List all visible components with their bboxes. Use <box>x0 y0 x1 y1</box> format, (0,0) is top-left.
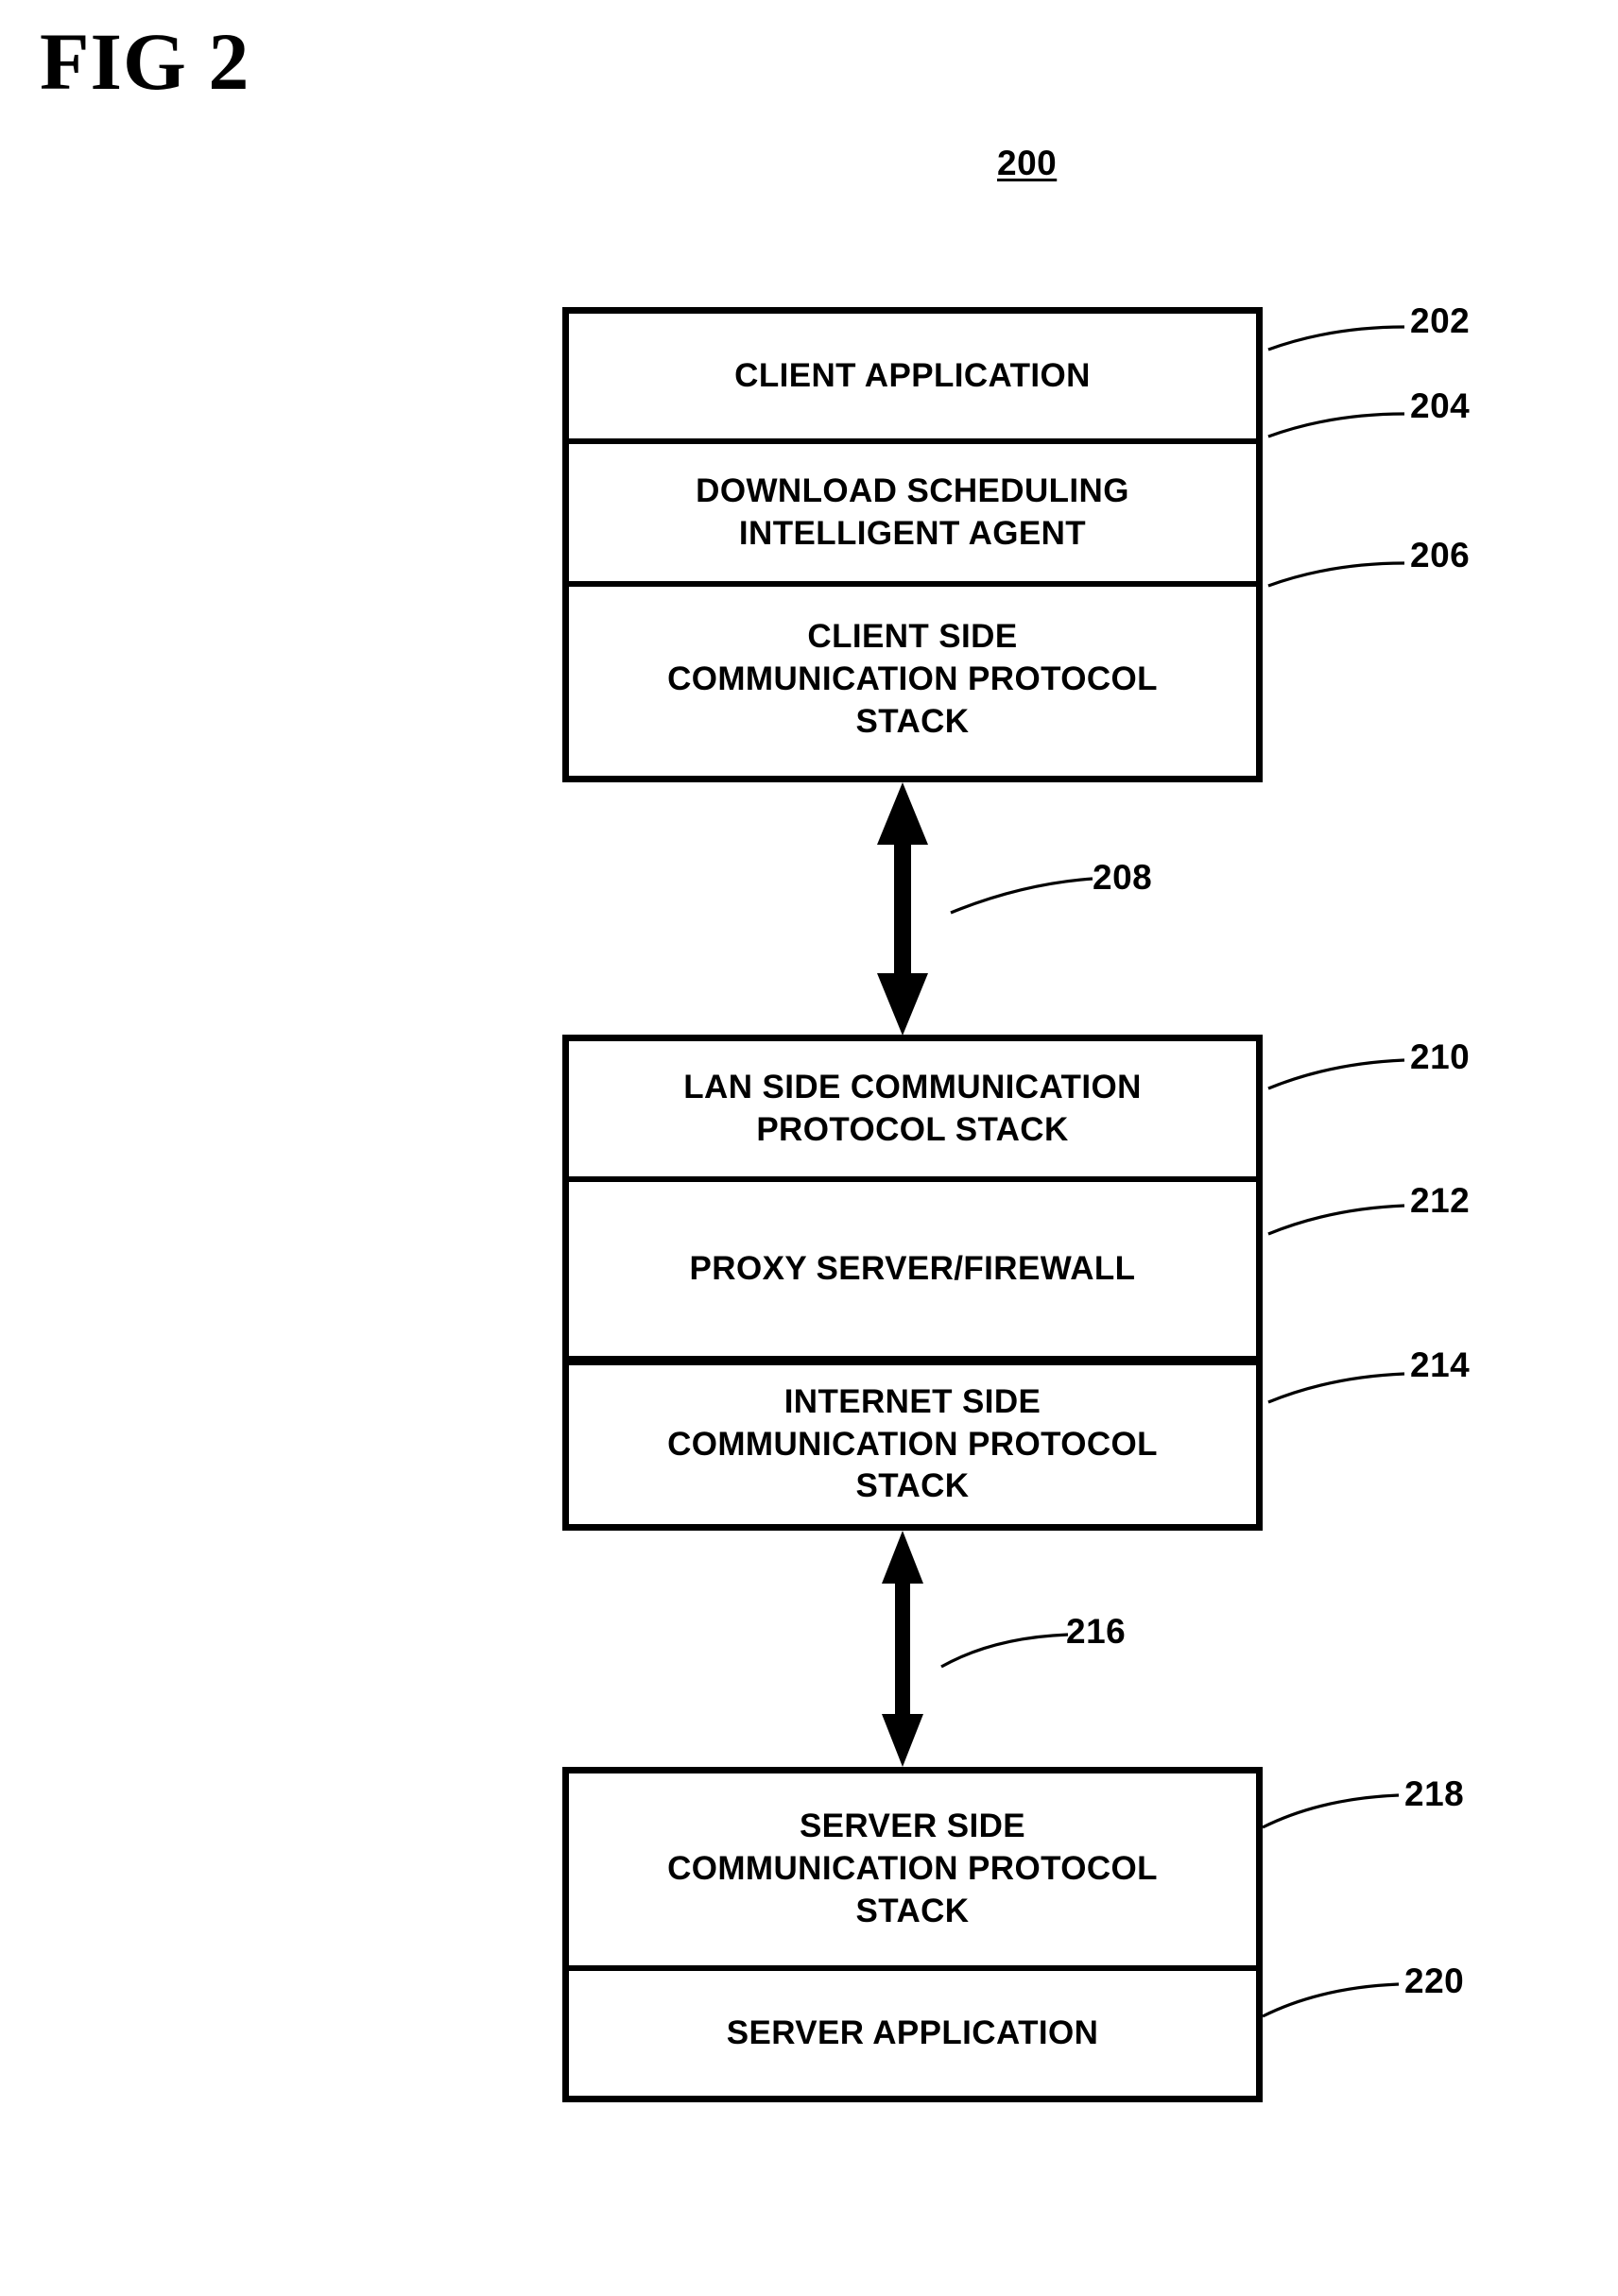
block-proxy-server-firewall: PROXY SERVER/FIREWALL <box>569 1176 1256 1356</box>
reference-number-220: 220 <box>1404 1962 1465 2000</box>
reference-number-218: 218 <box>1404 1774 1465 1813</box>
block-server-application: SERVER APPLICATION <box>569 1965 1256 2096</box>
reference-number-210: 210 <box>1410 1037 1471 1076</box>
reference-number-204: 204 <box>1410 386 1471 425</box>
reference-number-216: 216 <box>1066 1612 1127 1651</box>
block-label: SERVER SIDE COMMUNICATION PROTOCOL STACK <box>667 1808 1158 1929</box>
block-label: CLIENT APPLICATION <box>734 356 1091 394</box>
server-group: SERVER SIDE COMMUNICATION PROTOCOL STACK… <box>562 1767 1263 2102</box>
client-to-proxy-arrow <box>877 782 928 1036</box>
block-label: CLIENT SIDE COMMUNICATION PROTOCOL STACK <box>667 618 1158 740</box>
client-group: CLIENT APPLICATION DOWNLOAD SCHEDULING I… <box>562 307 1263 782</box>
reference-number-202: 202 <box>1410 301 1471 340</box>
proxy-group: LAN SIDE COMMUNICATION PROTOCOL STACK PR… <box>562 1035 1263 1531</box>
block-download-scheduling-intelligent-agent: DOWNLOAD SCHEDULING INTELLIGENT AGENT <box>569 438 1256 581</box>
block-internet-side-communication-protocol-stack: INTERNET SIDE COMMUNICATION PROTOCOL STA… <box>569 1356 1256 1524</box>
reference-number-214: 214 <box>1410 1345 1471 1384</box>
block-label: DOWNLOAD SCHEDULING INTELLIGENT AGENT <box>696 471 1129 552</box>
block-client-side-communication-protocol-stack: CLIENT SIDE COMMUNICATION PROTOCOL STACK <box>569 581 1256 773</box>
block-label: PROXY SERVER/FIREWALL <box>689 1249 1136 1287</box>
block-label: INTERNET SIDE COMMUNICATION PROTOCOL STA… <box>667 1382 1158 1505</box>
figure-reference-number: 200 <box>997 144 1058 182</box>
block-label: LAN SIDE COMMUNICATION PROTOCOL STACK <box>683 1068 1142 1148</box>
reference-number-208: 208 <box>1093 858 1153 897</box>
figure-title: FIG 2 <box>40 16 250 107</box>
reference-number-212: 212 <box>1410 1181 1471 1220</box>
block-label: SERVER APPLICATION <box>726 2013 1099 2051</box>
proxy-to-server-arrow <box>882 1531 923 1767</box>
reference-number-206: 206 <box>1410 536 1471 574</box>
block-lan-side-communication-protocol-stack: LAN SIDE COMMUNICATION PROTOCOL STACK <box>569 1041 1256 1176</box>
block-server-side-communication-protocol-stack: SERVER SIDE COMMUNICATION PROTOCOL STACK <box>569 1773 1256 1965</box>
block-client-application: CLIENT APPLICATION <box>569 314 1256 438</box>
